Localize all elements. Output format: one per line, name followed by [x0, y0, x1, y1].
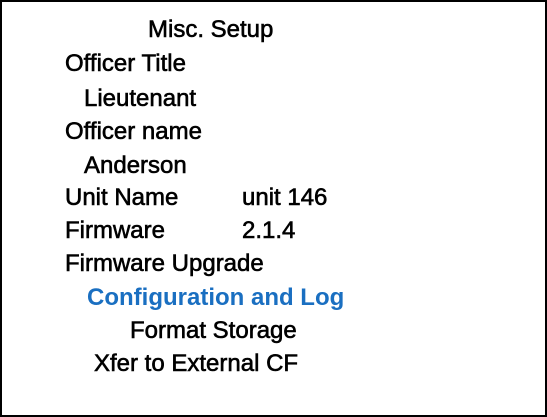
misc-setup-screen: Misc. Setup Officer Title Lieutenant Off… — [0, 0, 547, 417]
officer-name-value: Anderson — [84, 152, 187, 180]
page-title: Misc. Setup — [148, 16, 274, 44]
officer-title-menu-item[interactable]: Officer Title — [65, 48, 187, 80]
unit-name-value: unit 146 — [242, 184, 328, 212]
officer-name-menu-item[interactable]: Officer name — [65, 116, 203, 148]
firmware-menu-item[interactable]: Firmware — [65, 215, 166, 247]
firmware-version-value: 2.1.4 — [242, 217, 296, 245]
firmware-upgrade-menu-item[interactable]: Firmware Upgrade — [65, 248, 264, 280]
unit-name-menu-item[interactable]: Unit Name — [65, 182, 179, 214]
format-storage-menu-item[interactable]: Format Storage — [130, 315, 297, 347]
xfer-to-external-cf-menu-item[interactable]: Xfer to External CF — [94, 348, 299, 380]
officer-title-value: Lieutenant — [84, 85, 197, 113]
configuration-and-log-menu-item[interactable]: Configuration and Log — [87, 282, 344, 314]
